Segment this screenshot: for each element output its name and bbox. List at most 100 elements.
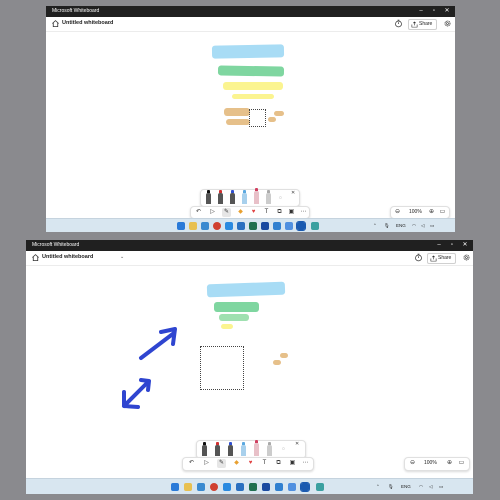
- highlighter-stroke-blue[interactable]: [206, 281, 286, 298]
- taskbar-app-icon[interactable]: [201, 222, 209, 230]
- timer-icon[interactable]: [414, 253, 423, 262]
- close-button[interactable]: ✕: [459, 240, 471, 251]
- taskbar-app-icon[interactable]: [273, 222, 281, 230]
- undo-icon[interactable]: ↶: [194, 208, 203, 217]
- highlighter-stroke-yellow[interactable]: [232, 94, 274, 99]
- gear-icon[interactable]: [462, 253, 471, 262]
- language-indicator[interactable]: ENG: [396, 223, 406, 228]
- fit-to-screen-icon[interactable]: ▭: [438, 208, 447, 217]
- lasso-selection-box[interactable]: [200, 346, 244, 390]
- zoom-out-icon[interactable]: ⊖: [393, 208, 402, 217]
- reaction-icon[interactable]: ♥: [249, 208, 258, 217]
- highlighter-stroke-yellow[interactable]: [221, 324, 233, 329]
- word-icon[interactable]: [237, 222, 245, 230]
- highlighter-stroke-tan[interactable]: [273, 360, 281, 365]
- pen-blue[interactable]: [228, 442, 233, 456]
- file-explorer-icon[interactable]: [189, 222, 197, 230]
- taskbar-app-icon[interactable]: [225, 222, 233, 230]
- windows-start-icon[interactable]: [171, 483, 179, 491]
- battery-icon[interactable]: ▭: [430, 223, 434, 229]
- ink-double-arrow[interactable]: [118, 374, 158, 414]
- language-indicator[interactable]: ENG: [401, 484, 411, 489]
- pen-icon[interactable]: ✎: [217, 459, 226, 468]
- battery-icon[interactable]: ▭: [439, 484, 443, 490]
- highlighter-stroke-tan[interactable]: [280, 353, 288, 358]
- word-icon[interactable]: [236, 483, 244, 491]
- minimize-button[interactable]: –: [433, 240, 445, 251]
- taskbar-app-icon[interactable]: [275, 483, 283, 491]
- pen-red[interactable]: [218, 190, 223, 204]
- board-title[interactable]: Untitled whiteboard: [42, 254, 93, 260]
- chevron-down-icon[interactable]: ⌄: [107, 20, 111, 26]
- volume-icon[interactable]: ◁: [429, 484, 432, 490]
- share-button[interactable]: Share: [408, 19, 438, 30]
- select-icon[interactable]: ▷: [202, 459, 211, 468]
- text-icon[interactable]: T: [260, 459, 269, 468]
- highlighter-stroke-yellow[interactable]: [223, 82, 283, 90]
- taskbar-app-icon[interactable]: [288, 483, 296, 491]
- taskbar-app-icon[interactable]: [316, 483, 324, 491]
- highlighter-stroke-green[interactable]: [217, 65, 285, 77]
- highlighter-blue[interactable]: [242, 190, 247, 204]
- pen-red[interactable]: [215, 442, 220, 456]
- board-title[interactable]: Untitled whiteboard: [62, 20, 113, 26]
- tray-icons[interactable]: ⌃: [373, 223, 377, 229]
- highlighter-stroke-tan[interactable]: [226, 119, 250, 125]
- chevron-down-icon[interactable]: ⌄: [120, 254, 124, 260]
- pen-black[interactable]: [202, 442, 207, 456]
- pen-pink-selected[interactable]: [254, 440, 259, 456]
- taskbar-app-icon[interactable]: [197, 483, 205, 491]
- lasso-selection-box[interactable]: [249, 109, 266, 127]
- whiteboard-taskbar-icon[interactable]: [300, 482, 310, 492]
- maximize-button[interactable]: ▫: [446, 240, 458, 251]
- pen-blue[interactable]: [230, 190, 235, 204]
- zoom-in-icon[interactable]: ⊕: [427, 208, 436, 217]
- lasso-icon[interactable]: ◌: [279, 195, 282, 201]
- close-icon[interactable]: ✕: [295, 441, 299, 447]
- eraser[interactable]: [266, 190, 271, 204]
- fit-to-screen-icon[interactable]: ▭: [457, 459, 466, 468]
- pen-icon[interactable]: ✎: [222, 208, 231, 217]
- shapes-icon[interactable]: ◆: [236, 208, 245, 217]
- zoom-in-icon[interactable]: ⊕: [445, 459, 454, 468]
- taskbar-app-icon[interactable]: [249, 222, 257, 230]
- home-icon[interactable]: [51, 19, 60, 28]
- highlighter-stroke-blue[interactable]: [211, 44, 285, 59]
- tray-icons[interactable]: ⌃: [376, 484, 380, 490]
- eraser[interactable]: [267, 442, 272, 456]
- highlighter-stroke-tan[interactable]: [274, 111, 284, 116]
- whiteboard-taskbar-icon[interactable]: [296, 221, 306, 231]
- file-explorer-icon[interactable]: [184, 483, 192, 491]
- gear-icon[interactable]: [443, 19, 452, 28]
- highlighter-stroke-green[interactable]: [214, 302, 259, 312]
- insert-icon[interactable]: ▣: [287, 208, 296, 217]
- share-button[interactable]: Share: [427, 253, 457, 264]
- taskbar-app-icon[interactable]: [285, 222, 293, 230]
- more-icon[interactable]: ⋯: [299, 208, 308, 217]
- microphone-icon[interactable]: 🎙: [384, 223, 390, 229]
- pen-black[interactable]: [206, 190, 211, 204]
- select-icon[interactable]: ▷: [208, 208, 217, 217]
- text-icon[interactable]: T: [262, 208, 271, 217]
- whiteboard-canvas[interactable]: ◌ ✕ ↶ ▷ ✎ ◆ ♥ T ⧉ ▣ ⋯ ⊖ 100% ⊕ ▭: [26, 266, 473, 474]
- shapes-icon[interactable]: ◆: [232, 459, 241, 468]
- copy-icon[interactable]: ⧉: [275, 208, 284, 217]
- home-icon[interactable]: [31, 253, 40, 262]
- wifi-icon[interactable]: ◠: [412, 223, 416, 229]
- highlighter-stroke-tan[interactable]: [224, 108, 250, 116]
- pen-pink-selected[interactable]: [254, 188, 259, 204]
- wifi-icon[interactable]: ◠: [419, 484, 423, 490]
- taskbar-app-icon[interactable]: [262, 483, 270, 491]
- highlighter-blue[interactable]: [241, 442, 246, 456]
- lasso-icon[interactable]: ◌: [282, 446, 285, 452]
- browser-icon[interactable]: [210, 483, 218, 491]
- minimize-button[interactable]: –: [415, 6, 427, 17]
- close-icon[interactable]: ✕: [291, 190, 295, 196]
- timer-icon[interactable]: [394, 19, 403, 28]
- taskbar-app-icon[interactable]: [223, 483, 231, 491]
- taskbar-app-icon[interactable]: [311, 222, 319, 230]
- taskbar-app-icon[interactable]: [261, 222, 269, 230]
- reaction-icon[interactable]: ♥: [246, 459, 255, 468]
- windows-start-icon[interactable]: [177, 222, 185, 230]
- maximize-button[interactable]: ▫: [428, 6, 440, 17]
